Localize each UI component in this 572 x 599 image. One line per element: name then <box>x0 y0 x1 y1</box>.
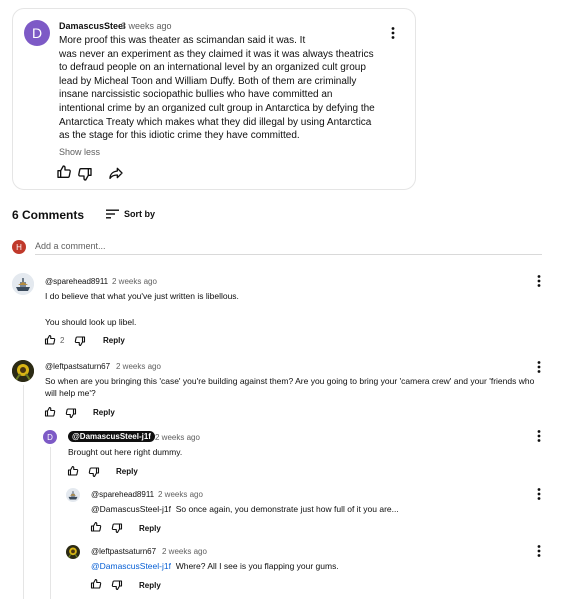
comment-more-options-icon[interactable] <box>532 486 546 502</box>
thumb-down-icon[interactable] <box>65 407 77 419</box>
reply-button[interactable]: Reply <box>116 467 138 476</box>
reply-button[interactable]: Reply <box>93 408 115 417</box>
post-author-avatar[interactable]: D <box>24 20 50 46</box>
reply-button[interactable]: Reply <box>139 581 161 590</box>
avatar-ship-icon[interactable] <box>66 488 80 502</box>
like-count: 2 <box>60 336 65 345</box>
comment-timestamp[interactable]: 2 weeks ago <box>158 490 203 499</box>
thumb-down-icon[interactable] <box>74 335 86 347</box>
share-icon[interactable] <box>108 165 124 181</box>
sort-by-button[interactable]: Sort by <box>124 209 155 219</box>
comment-timestamp[interactable]: 2 weeks ago <box>162 547 207 556</box>
comment-text: Brought out here right dummy. <box>68 447 183 457</box>
comment-mention[interactable]: @DamascusSteel-j1f <box>91 561 171 571</box>
comment-text-body: Where? All I see is you flapping your gu… <box>175 561 339 571</box>
comment-author[interactable]: @leftpastsaturn67 <box>91 547 156 556</box>
comment-author[interactable]: @sparehead8911 <box>45 277 108 286</box>
comment-author[interactable]: @sparehead8911 <box>91 490 154 499</box>
avatar-sunflower-icon[interactable] <box>66 545 80 559</box>
comment-mention[interactable]: @DamascusSteel-j1f <box>91 504 171 514</box>
comment-text-body: So once again, you demonstrate just how … <box>175 504 399 514</box>
post-author-name[interactable]: DamascusSteel <box>59 21 126 31</box>
post-body-text: More proof this was theater as scimandan… <box>59 35 375 142</box>
reply-button[interactable]: Reply <box>103 336 125 345</box>
comments-count: 6 Comments <box>12 208 85 222</box>
add-comment-input[interactable]: Add a comment... <box>35 241 542 255</box>
thumb-down-icon[interactable] <box>111 579 123 591</box>
show-less-button[interactable]: Show less <box>59 147 100 157</box>
thread-line <box>50 447 51 599</box>
thumb-up-icon[interactable] <box>90 521 102 533</box>
comment-timestamp[interactable]: 2 weeks ago <box>112 277 157 286</box>
thumb-up-icon[interactable] <box>67 465 79 477</box>
thumb-up-icon[interactable] <box>44 406 56 418</box>
comment-more-options-icon[interactable] <box>532 428 546 444</box>
current-user-avatar: H <box>12 240 26 254</box>
comment-text: @DamascusSteel-j1f Where? All I see is y… <box>91 560 339 573</box>
comment-text: will help me'? <box>45 388 96 398</box>
thumb-down-icon[interactable] <box>77 166 93 182</box>
thumb-up-icon[interactable] <box>56 164 72 180</box>
thread-line <box>23 385 24 599</box>
comment-more-options-icon[interactable] <box>532 543 546 559</box>
comment-timestamp[interactable]: 2 weeks ago <box>155 433 200 442</box>
comment-timestamp[interactable]: 2 weeks ago <box>116 362 161 371</box>
reply-button[interactable]: Reply <box>139 524 161 533</box>
reply-author-avatar[interactable]: D <box>43 430 57 444</box>
avatar-sunflower-icon[interactable] <box>12 360 34 382</box>
comment-author[interactable]: @leftpastsaturn67 <box>45 362 110 371</box>
thumb-up-icon[interactable] <box>44 334 56 346</box>
thumb-down-icon[interactable] <box>111 522 123 534</box>
comment-author[interactable]: @DamascusSteel-j1f <box>68 431 155 442</box>
post-timestamp[interactable]: 3 weeks ago <box>121 21 172 31</box>
thumb-down-icon[interactable] <box>88 466 100 478</box>
thumb-up-icon[interactable] <box>90 578 102 590</box>
avatar-ship-icon[interactable] <box>12 273 34 295</box>
post-card: D DamascusSteel 3 weeks ago More proof t… <box>12 8 416 190</box>
comment-text: You should look up libel. <box>45 317 137 327</box>
owner-chip[interactable]: @DamascusSteel-j1f <box>68 431 155 442</box>
comment-text: I do believe that what you've just writt… <box>45 291 239 301</box>
comment-more-options-icon[interactable] <box>532 273 546 289</box>
sort-icon[interactable] <box>106 209 119 219</box>
comment-text: @DamascusSteel-j1f So once again, you de… <box>91 503 399 516</box>
post-more-options-icon[interactable] <box>386 25 400 41</box>
comment-text: So when are you bringing this 'case' you… <box>45 376 535 386</box>
comment-more-options-icon[interactable] <box>532 359 546 375</box>
